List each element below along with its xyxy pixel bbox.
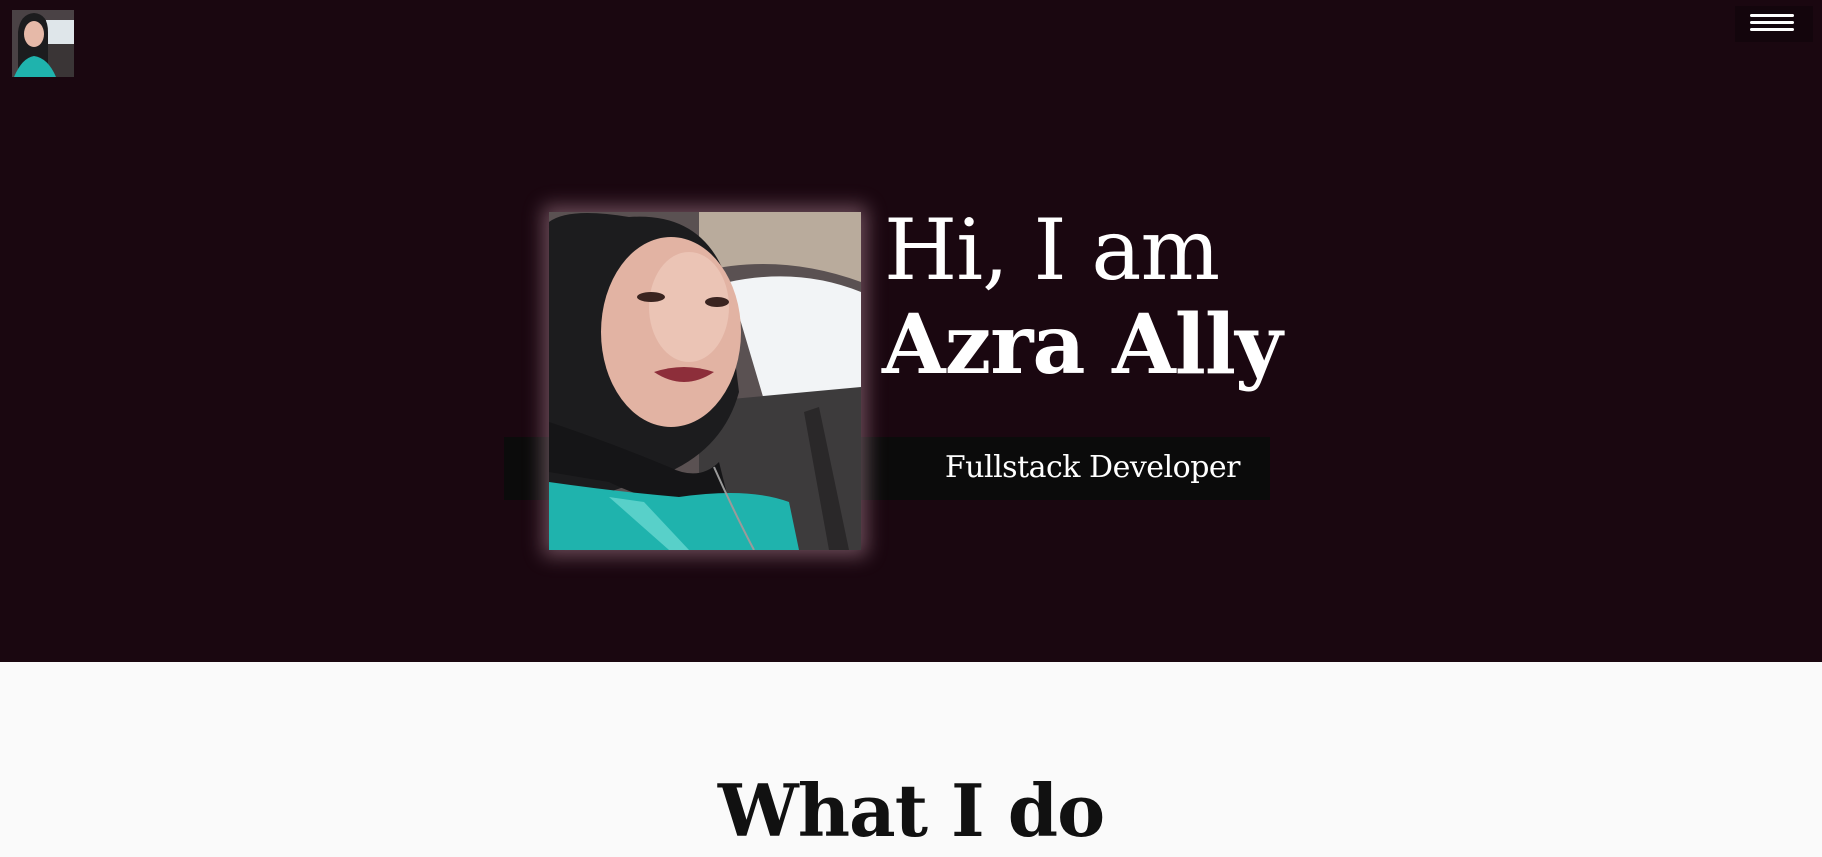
menu-button[interactable] bbox=[1735, 6, 1813, 42]
hamburger-menu-icon-line bbox=[1750, 28, 1794, 31]
profile-photo-thumbnail-icon bbox=[12, 10, 74, 77]
what-i-do-section: What I do bbox=[0, 662, 1822, 857]
role-title: Fullstack Developer bbox=[944, 450, 1241, 485]
section-title: What I do bbox=[717, 768, 1105, 853]
hero-section: Fullstack Developer Hi, I am Azra Ally bbox=[0, 0, 1822, 662]
hamburger-menu-icon-line bbox=[1750, 21, 1794, 24]
greeting-text: Hi, I am bbox=[884, 201, 1220, 299]
hamburger-menu-icon-line bbox=[1750, 14, 1794, 17]
profile-photo bbox=[549, 212, 861, 550]
avatar[interactable] bbox=[12, 10, 74, 77]
hero-name: Azra Ally bbox=[882, 297, 1283, 393]
profile-photo-icon bbox=[549, 212, 861, 550]
